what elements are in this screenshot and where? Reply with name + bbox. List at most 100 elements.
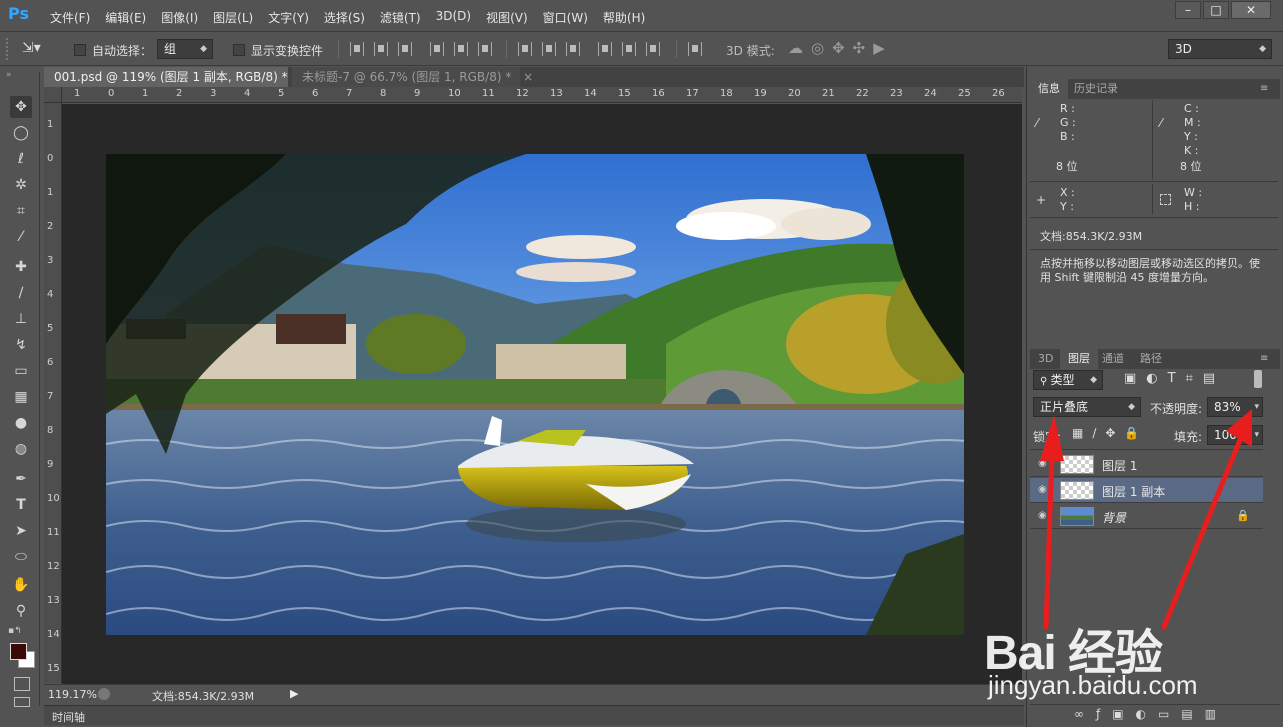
gradient-icon[interactable]: ▦ (10, 386, 32, 408)
distribute-right-icon[interactable] (646, 42, 660, 56)
zoom-level[interactable]: 119.17% (48, 688, 97, 701)
move-tool-preset-icon[interactable]: ⇲▾ (22, 40, 41, 56)
options-grip[interactable] (6, 38, 12, 60)
quick-mask-icon[interactable] (14, 677, 30, 691)
brush-icon[interactable]: ∕ (10, 282, 32, 304)
default-colors-icon[interactable]: ▪↰ (8, 626, 22, 636)
move-tool-icon[interactable]: ✥ (10, 96, 32, 118)
hand-icon[interactable]: ✋ (10, 574, 32, 596)
toolbar-collapse-icon[interactable]: » (6, 70, 12, 80)
ruler-tick-label: 8 (47, 425, 54, 436)
workspace-dropdown[interactable]: 3D ◆ (1168, 39, 1272, 59)
pen-icon[interactable]: ✒ (10, 468, 32, 490)
ruler-tick-label: 13 (47, 595, 60, 606)
foreground-color-swatch[interactable] (10, 643, 27, 660)
menu-layer[interactable]: 图层(L) (213, 9, 253, 26)
menu-help[interactable]: 帮助(H) (603, 9, 645, 26)
ruler-tick-label: 0 (47, 153, 54, 164)
status-bar: 119.17% 文档:854.3K/2.93M ▶ (44, 684, 1024, 704)
menu-image[interactable]: 图像(I) (161, 9, 198, 26)
eyedropper-icon[interactable]: ⁄ (10, 226, 32, 248)
horizontal-ruler[interactable]: 1 0 1 2 3 4 5 6 7 8 9 10 11 12 13 14 15 16 17 18 19 20 21 22 23 2… (62, 87, 1022, 103)
menu-3d[interactable]: 3D(D) (436, 9, 471, 26)
distribute-vcenter-icon[interactable] (542, 42, 556, 56)
path-selection-icon[interactable]: ➤ (10, 520, 32, 542)
crop-icon[interactable]: ⌗ (10, 200, 32, 222)
tab-channels[interactable]: 通道 (1094, 349, 1132, 369)
align-left-icon[interactable] (430, 42, 444, 56)
ruler-tick-label: 16 (652, 88, 665, 99)
ruler-origin[interactable] (44, 87, 62, 103)
align-right-icon[interactable] (478, 42, 492, 56)
layer-footer-icons[interactable]: ∞ƒ▣◐▭▤▥ (1074, 707, 1228, 721)
ruler-tick-label: 5 (47, 323, 54, 334)
tab-paths[interactable]: 路径 (1132, 349, 1170, 369)
minimize-button[interactable]: – (1175, 1, 1201, 19)
align-vcenter-icon[interactable] (374, 42, 388, 56)
ruler-tick-label: 12 (516, 88, 529, 99)
zoom-icon[interactable]: ⚲ (10, 600, 32, 622)
panel-menu-icon[interactable]: ≡ (1260, 353, 1268, 364)
tab-001-psd[interactable]: 001.psd @ 119% (图层 1 副本, RGB/8) * × (44, 67, 309, 87)
layer-filter-dropdown[interactable]: ⚲ 类型 ◆ (1033, 370, 1103, 390)
ruler-tick-label: 14 (584, 88, 597, 99)
tab-layers[interactable]: 图层 (1060, 349, 1098, 369)
ruler-tick-label: 12 (47, 561, 60, 572)
distribute-top-icon[interactable] (518, 42, 532, 56)
ruler-tick-label: 1 (47, 119, 54, 130)
history-brush-icon[interactable]: ↯ (10, 334, 32, 356)
healing-brush-icon[interactable]: ✚ (10, 256, 32, 278)
clone-stamp-icon[interactable]: ⊥ (10, 308, 32, 330)
magic-wand-icon[interactable]: ✲ (10, 174, 32, 196)
eyedropper-icon: ⁄ (1036, 116, 1039, 130)
info-k: K : (1184, 144, 1199, 157)
ellipse-shape-icon[interactable]: ⬭ (10, 546, 32, 568)
timeline-tab[interactable]: 时间轴 (52, 709, 85, 725)
layer-filter-icons[interactable]: ▣◐T⌗▤ (1124, 371, 1225, 386)
align-hcenter-icon[interactable] (454, 42, 468, 56)
screen-mode-icon[interactable] (14, 697, 30, 707)
chevron-updown-icon: ◆ (1090, 375, 1097, 385)
blur-icon[interactable]: ● (10, 412, 32, 434)
type-tool-icon[interactable]: T (10, 494, 32, 516)
distribute-hcenter-icon[interactable] (622, 42, 636, 56)
align-top-icon[interactable] (350, 42, 364, 56)
eraser-icon[interactable]: ▭ (10, 360, 32, 382)
tab-3d[interactable]: 3D (1030, 349, 1061, 369)
ruler-tick-label: 2 (176, 88, 183, 99)
menu-edit[interactable]: 编辑(E) (105, 9, 146, 26)
filter-toggle-switch[interactable] (1254, 370, 1262, 388)
ruler-tick-label: 7 (346, 88, 353, 99)
selection-size-icon (1160, 194, 1171, 205)
vertical-ruler[interactable]: 1012345678910111213141516 (44, 103, 62, 683)
status-info-icon[interactable] (98, 688, 110, 700)
elliptical-marquee-icon[interactable]: ◯ (10, 122, 32, 144)
menu-filter[interactable]: 滤镜(T) (380, 9, 421, 26)
distribute-left-icon[interactable] (598, 42, 612, 56)
dodge-icon[interactable]: ◍ (10, 438, 32, 460)
lasso-icon[interactable]: ℓ (10, 148, 32, 170)
show-transform-checkbox[interactable] (233, 44, 245, 56)
panel-menu-icon[interactable]: ≡ (1260, 83, 1268, 94)
align-bottom-icon[interactable] (398, 42, 412, 56)
menu-select[interactable]: 选择(S) (324, 9, 365, 26)
document-image[interactable] (106, 154, 964, 635)
ruler-tick-label: 21 (822, 88, 835, 99)
menu-type[interactable]: 文字(Y) (268, 9, 309, 26)
menu-file[interactable]: 文件(F) (50, 9, 90, 26)
auto-align-icon[interactable] (688, 42, 702, 56)
auto-select-dropdown[interactable]: 组 ◆ (157, 39, 213, 59)
tab-history[interactable]: 历史记录 (1066, 79, 1126, 99)
maximize-button[interactable]: □ (1203, 1, 1229, 19)
close-window-button[interactable]: ✕ (1231, 1, 1271, 19)
status-menu-arrow-icon[interactable]: ▶ (290, 687, 298, 700)
distribute-bottom-icon[interactable] (566, 42, 580, 56)
auto-select-checkbox[interactable] (74, 44, 86, 56)
menu-view[interactable]: 视图(V) (486, 9, 528, 26)
tab-untitled-7[interactable]: 未标题-7 @ 66.7% (图层 1, RGB/8) * × (292, 67, 533, 87)
menu-window[interactable]: 窗口(W) (543, 9, 588, 26)
tab-close-icon[interactable]: × (523, 70, 533, 84)
ruler-tick-label: 23 (890, 88, 903, 99)
3d-mode-icons[interactable]: ☁◎✥✣▶ (788, 39, 893, 57)
tab-info[interactable]: 信息 (1030, 79, 1068, 99)
